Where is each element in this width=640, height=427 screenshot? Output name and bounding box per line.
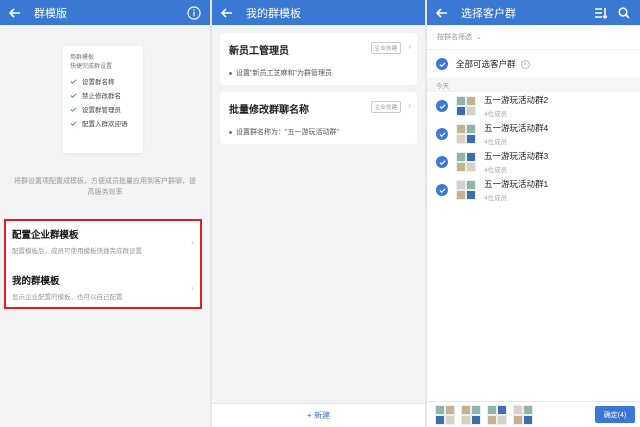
card-item: 配置入群欢迎语 [70, 118, 136, 128]
selection-bar: 确定(4) [427, 401, 640, 427]
template-tag: 企业创建 [370, 101, 401, 113]
top-bar: 选择客户群 [427, 0, 640, 25]
check-icon [70, 120, 77, 126]
list-item[interactable]: 五一游玩活动群4 4位成员 [427, 120, 640, 148]
template-detail: 设置群名称为："五一游玩活动群" [229, 127, 408, 137]
template-card[interactable]: 新员工管理员 企业创建 › 设置"新员工芝麻和"为群管理员 [220, 33, 417, 85]
select-group-panel: 选择客户群 按群名筛选 ⌄ 全部可选客户群 i 今天 五一游玩活动群2 4位成员 … [427, 0, 640, 427]
menu-item-my-template[interactable]: 我的群模板 显示企业配置的模板，也可以自己配置 › [12, 273, 194, 313]
card-item: 设置群名称 [70, 76, 136, 86]
check-icon [70, 92, 77, 98]
menu-item-enterprise-template[interactable]: 配置企业群模板 配置模板后，成员可使用模板快捷完成群设置 › [12, 227, 194, 267]
card-item: 禁止修改群名 [70, 90, 136, 100]
select-all-row[interactable]: 全部可选客户群 i [427, 50, 640, 78]
template-tag: 企业创建 [370, 42, 401, 54]
selected-group-avatar[interactable] [435, 404, 455, 425]
chevron-right-icon: › [191, 283, 194, 293]
group-avatar [456, 124, 476, 144]
group-member-count: 4位成员 [484, 139, 508, 146]
menu-item-title: 我的群模板 [12, 276, 60, 287]
chevron-down-icon: ⌄ [476, 34, 482, 41]
confirm-button[interactable]: 确定(4) [595, 406, 635, 423]
group-avatar [456, 96, 476, 116]
list-item[interactable]: 五一游玩活动群1 4位成员 [427, 176, 640, 204]
group-name: 五一游玩活动群3 [484, 151, 549, 161]
menu-item-title: 配置企业群模板 [12, 230, 79, 241]
group-template-panel: 群模版 用群模板 快捷完成群设置 设置群名称 禁止修改群名 设置群管理员 配置入… [0, 0, 210, 427]
chevron-right-icon: › [408, 100, 411, 110]
chevron-right-icon: › [191, 237, 194, 247]
group-avatar [456, 180, 476, 200]
info-icon[interactable] [186, 5, 202, 21]
template-menu: 配置企业群模板 配置模板后，成员可使用模板快捷完成群设置 › 我的群模板 显示企… [4, 219, 202, 309]
group-name: 五一游玩活动群1 [484, 179, 549, 189]
menu-item-subtitle: 配置模板后，成员可使用模板快捷完成群设置 [12, 248, 142, 255]
check-icon [70, 106, 77, 112]
template-detail: 设置"新员工芝麻和"为群管理员 [229, 68, 408, 78]
card-item: 设置群管理员 [70, 104, 136, 114]
select-all-label: 全部可选客户群 [456, 59, 516, 69]
template-card[interactable]: 批量修改群聊名称 企业创建 › 设置群名称为："五一游玩活动群" [220, 92, 417, 144]
checkbox-checked-icon[interactable] [436, 156, 448, 168]
back-arrow-icon[interactable] [8, 6, 22, 20]
intro-description: 将群设置项配置成模板，方便成员批量应用到客户群聊，提高服务效率 [14, 178, 196, 196]
my-templates-panel: 我的群模板 新员工管理员 企业创建 › 设置"新员工芝麻和"为群管理员 批量修改… [212, 0, 425, 427]
selected-group-avatar[interactable] [513, 404, 533, 425]
page-title: 选择客户群 [461, 7, 516, 20]
list-item[interactable]: 五一游玩活动群2 4位成员 [427, 92, 640, 120]
template-preview-card: 用群模板 快捷完成群设置 设置群名称 禁止修改群名 设置群管理员 配置入群欢迎语 [63, 46, 143, 153]
group-avatar [456, 152, 476, 172]
group-member-count: 4位成员 [484, 111, 508, 118]
group-member-count: 4位成员 [484, 195, 508, 202]
page-title: 我的群模板 [246, 7, 301, 20]
chevron-right-icon: › [408, 41, 411, 51]
group-name: 五一游玩活动群4 [484, 123, 549, 133]
back-arrow-icon[interactable] [435, 6, 449, 20]
checkbox-checked-icon[interactable] [436, 100, 448, 112]
group-member-count: 4位成员 [484, 167, 508, 174]
selected-group-avatar[interactable] [461, 404, 481, 425]
group-name: 五一游玩活动群2 [484, 95, 549, 105]
section-header: 今天 [427, 78, 640, 92]
list-item[interactable]: 五一游玩活动群3 4位成员 [427, 148, 640, 176]
new-template-button[interactable]: + 新建 [212, 403, 425, 427]
sort-filter-icon[interactable] [592, 5, 608, 21]
top-bar: 群模版 [0, 0, 210, 25]
search-icon[interactable] [616, 5, 632, 21]
card-heading: 用群模板 [70, 55, 95, 61]
card-subheading: 快捷完成群设置 [70, 64, 113, 70]
menu-item-subtitle: 显示企业配置的模板，也可以自己配置 [12, 294, 123, 301]
group-name-filter[interactable]: 按群名筛选 ⌄ [427, 25, 640, 50]
back-arrow-icon[interactable] [220, 6, 234, 20]
checkbox-checked-icon[interactable] [436, 184, 448, 196]
check-icon [70, 78, 77, 84]
top-bar: 我的群模板 [212, 0, 425, 25]
checkbox-checked-icon[interactable] [436, 128, 448, 140]
selected-group-avatar[interactable] [487, 404, 507, 425]
info-icon[interactable]: i [520, 59, 530, 69]
page-title: 群模版 [34, 7, 67, 20]
checkbox-checked-icon[interactable] [436, 58, 448, 70]
